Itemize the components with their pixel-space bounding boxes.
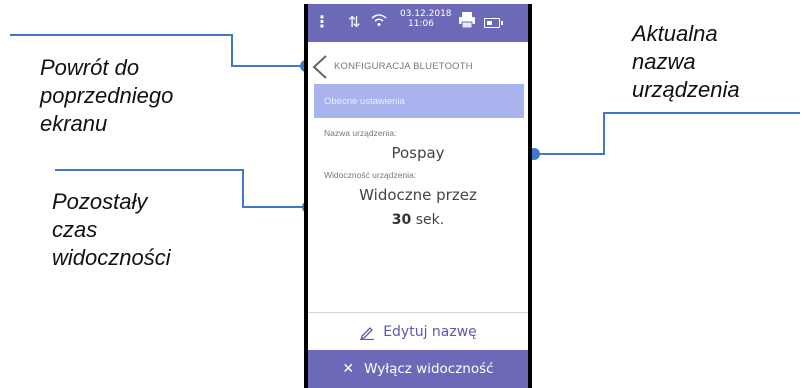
- device-name-label: Nazwa urządzenia:: [324, 128, 397, 138]
- callout-name-line1: Aktualna: [632, 21, 718, 46]
- status-time: 11:06: [408, 19, 434, 29]
- page-title: KONFIGURACJA BLUETOOTH: [334, 61, 473, 72]
- visibility-remaining: 30 sek.: [308, 212, 528, 228]
- connector-name: [534, 112, 800, 155]
- edit-name-button[interactable]: Edytuj nazwę: [308, 313, 528, 350]
- status-date: 03.12.2018: [400, 9, 452, 19]
- callout-remaining-line2: czas: [52, 217, 98, 242]
- vertical-dots-icon[interactable]: ⋮: [314, 12, 330, 31]
- screen-header: KONFIGURACJA BLUETOOTH: [308, 50, 528, 84]
- disable-visibility-label: Wyłącz widoczność: [364, 361, 494, 377]
- device-name-value: Pospay: [391, 144, 445, 162]
- callout-current-name: Aktualna nazwa urządzenia: [632, 20, 740, 104]
- callout-remaining: Pozostały czas widoczności: [52, 188, 171, 272]
- printer-icon: [458, 12, 476, 32]
- phone-frame: ⋮ ⇅ 03.12.2018 11:06 KONFIGURACJA BLUETO…: [304, 4, 532, 388]
- battery-icon: [484, 18, 503, 28]
- callout-name-line3: urządzenia: [632, 77, 740, 102]
- callout-remaining-line3: widoczności: [52, 245, 171, 270]
- callout-back-line1: Powrót do: [40, 55, 140, 80]
- current-settings-title: Obecne ustawienia: [324, 96, 405, 107]
- pencil-icon: [360, 326, 375, 340]
- callout-back-line2: poprzedniego: [40, 83, 174, 108]
- wifi-icon: [371, 13, 387, 31]
- current-settings-band: Obecne ustawienia: [314, 84, 524, 118]
- visibility-label: Widoczność urządzenia:: [324, 170, 417, 180]
- callout-remaining-line1: Pozostały: [52, 189, 148, 214]
- visibility-seconds: 30: [391, 212, 412, 228]
- status-datetime: 03.12.2018 11:06: [400, 9, 452, 29]
- close-icon: ✕: [342, 361, 355, 377]
- usb-icon: ⇅: [348, 13, 361, 31]
- callout-back-line3: ekranu: [40, 111, 108, 136]
- visibility-unit: sek.: [415, 212, 445, 228]
- edit-name-label: Edytuj nazwę: [383, 323, 477, 340]
- callout-name-line2: nazwa: [632, 49, 696, 74]
- callout-back: Powrót do poprzedniego ekranu: [40, 54, 173, 138]
- phone-screen: ⋮ ⇅ 03.12.2018 11:06 KONFIGURACJA BLUETO…: [308, 4, 528, 388]
- disable-visibility-button[interactable]: ✕ Wyłącz widoczność: [308, 350, 528, 388]
- visibility-text: Widoczne przez: [359, 186, 477, 204]
- status-bar: ⋮ ⇅ 03.12.2018 11:06: [308, 4, 528, 42]
- chevron-left-icon[interactable]: [310, 54, 330, 80]
